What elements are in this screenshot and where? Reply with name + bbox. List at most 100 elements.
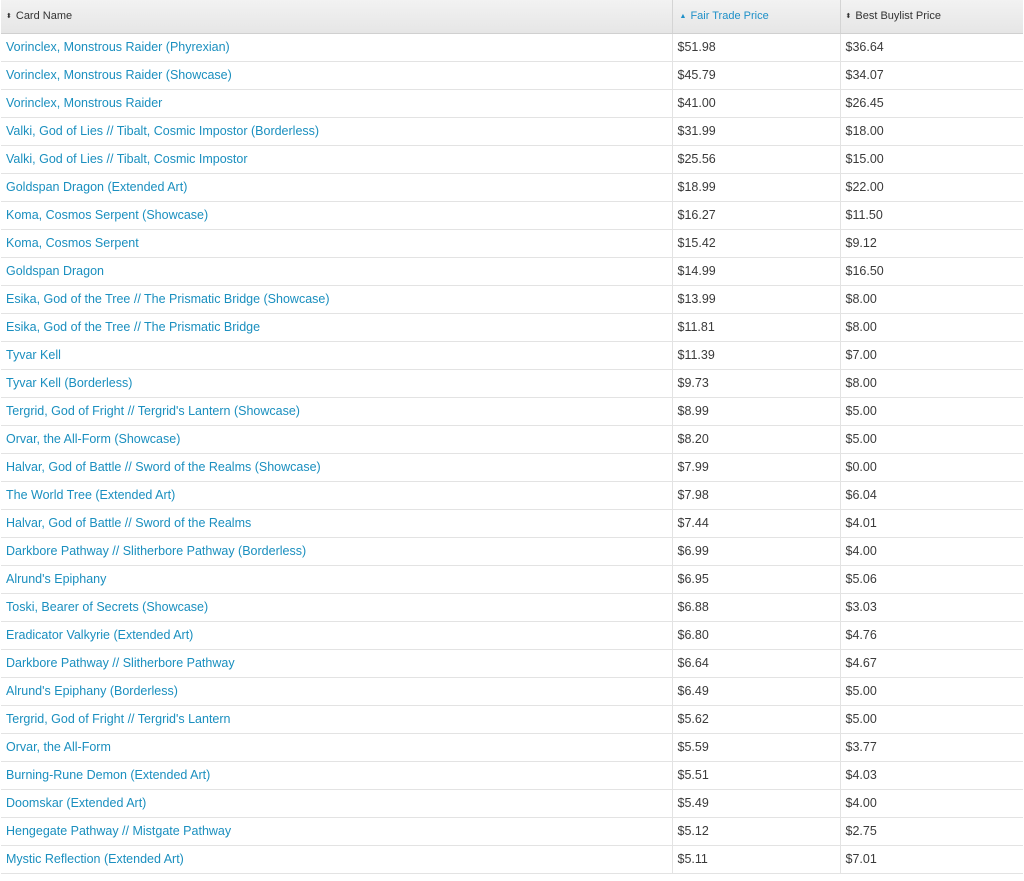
fair-trade-price-cell: $6.80 xyxy=(672,621,841,650)
card-name-link[interactable]: Tyvar Kell xyxy=(6,348,61,362)
fair-trade-price-cell: $15.42 xyxy=(672,229,841,258)
card-name-cell: Vorinclex, Monstrous Raider (Phyrexian) xyxy=(1,33,673,62)
best-buylist-price-cell: $5.00 xyxy=(840,705,1023,734)
card-name-link[interactable]: Halvar, God of Battle // Sword of the Re… xyxy=(6,516,251,530)
card-name-link[interactable]: Mystic Reflection (Extended Art) xyxy=(6,852,184,866)
card-name-link[interactable]: Tergrid, God of Fright // Tergrid's Lant… xyxy=(6,712,230,726)
table-row: Burning-Rune Demon (Extended Art) $5.51 $4… xyxy=(1,761,1023,790)
best-buylist-price-cell: $5.00 xyxy=(840,425,1023,454)
best-buylist-price-cell: $26.45 xyxy=(840,89,1023,118)
card-name-column-header[interactable]: ⬍ Card Name xyxy=(1,0,673,34)
card-name-cell: Alrund's Epiphany (Borderless) xyxy=(1,677,673,706)
best-buylist-price-cell: $5.00 xyxy=(840,397,1023,426)
card-name-link[interactable]: Toski, Bearer of Secrets (Showcase) xyxy=(6,600,208,614)
table-row: Koma, Cosmos Serpent (Showcase) $16.27 $11… xyxy=(1,201,1023,230)
card-name-link[interactable]: Doomskar (Extended Art) xyxy=(6,796,146,810)
fair-trade-price-cell: $7.99 xyxy=(672,453,841,482)
best-buylist-price-cell: $36.64 xyxy=(840,33,1023,62)
table-row: Tergrid, God of Fright // Tergrid's Lant… xyxy=(1,397,1023,426)
table-row: Halvar, God of Battle // Sword of the Re… xyxy=(1,509,1023,538)
card-name-link[interactable]: Hengegate Pathway // Mistgate Pathway xyxy=(6,824,231,838)
fair-trade-price-cell: $11.39 xyxy=(672,341,841,370)
card-name-link[interactable]: Halvar, God of Battle // Sword of the Re… xyxy=(6,460,321,474)
best-buylist-price-cell: $8.00 xyxy=(840,285,1023,314)
best-buylist-price-cell: $15.00 xyxy=(840,145,1023,174)
fair-trade-price-cell: $45.79 xyxy=(672,61,841,90)
card-name-link[interactable]: Koma, Cosmos Serpent (Showcase) xyxy=(6,208,208,222)
best-buylist-price-cell: $4.01 xyxy=(840,509,1023,538)
best-buylist-price-cell: $4.00 xyxy=(840,537,1023,566)
card-name-cell: Eradicator Valkyrie (Extended Art) xyxy=(1,621,673,650)
card-name-link[interactable]: Goldspan Dragon (Extended Art) xyxy=(6,180,187,194)
table-row: Valki, God of Lies // Tibalt, Cosmic Imp… xyxy=(1,117,1023,146)
fair-trade-price-cell: $9.73 xyxy=(672,369,841,398)
fair-trade-price-cell: $6.95 xyxy=(672,565,841,594)
card-name-link[interactable]: Orvar, the All-Form xyxy=(6,740,111,754)
table-row: Toski, Bearer of Secrets (Showcase) $6.88… xyxy=(1,593,1023,622)
card-name-cell: Tergrid, God of Fright // Tergrid's Lant… xyxy=(1,705,673,734)
sort-both-icon: ⬍ xyxy=(6,13,12,21)
card-name-link[interactable]: Tergrid, God of Fright // Tergrid's Lant… xyxy=(6,404,300,418)
price-table: ⬍ Card Name ▲ Fair Trade Price ⬍ Best Buyli… xyxy=(1,0,1023,874)
card-name-cell: Toski, Bearer of Secrets (Showcase) xyxy=(1,593,673,622)
card-name-link[interactable]: Burning-Rune Demon (Extended Art) xyxy=(6,768,210,782)
card-name-cell: Doomskar (Extended Art) xyxy=(1,789,673,818)
card-name-link[interactable]: The World Tree (Extended Art) xyxy=(6,488,175,502)
fair-trade-price-cell: $8.99 xyxy=(672,397,841,426)
fair-trade-price-cell: $5.12 xyxy=(672,817,841,846)
best-buylist-price-cell: $4.03 xyxy=(840,761,1023,790)
best-buylist-price-cell: $16.50 xyxy=(840,257,1023,286)
fair-trade-price-column-header[interactable]: ▲ Fair Trade Price xyxy=(672,0,841,34)
fair-trade-price-cell: $6.88 xyxy=(672,593,841,622)
card-name-link[interactable]: Darkbore Pathway // Slitherbore Pathway xyxy=(6,656,235,670)
table-row: Orvar, the All-Form $5.59 $3.77 xyxy=(1,733,1023,762)
best-buylist-price-cell: $0.00 xyxy=(840,453,1023,482)
best-buylist-price-cell: $22.00 xyxy=(840,173,1023,202)
fair-trade-price-cell: $5.11 xyxy=(672,845,841,874)
card-name-link[interactable]: Alrund's Epiphany (Borderless) xyxy=(6,684,178,698)
card-name-link[interactable]: Eradicator Valkyrie (Extended Art) xyxy=(6,628,193,642)
best-buylist-price-header-label: Best Buylist Price xyxy=(855,10,941,23)
card-name-cell: Darkbore Pathway // Slitherbore Pathway xyxy=(1,649,673,678)
table-body: Vorinclex, Monstrous Raider (Phyrexian) $… xyxy=(1,33,1023,874)
card-name-link[interactable]: Valki, God of Lies // Tibalt, Cosmic Imp… xyxy=(6,124,319,138)
best-buylist-price-cell: $4.76 xyxy=(840,621,1023,650)
card-name-link[interactable]: Esika, God of the Tree // The Prismatic … xyxy=(6,292,330,306)
card-name-link[interactable]: Valki, God of Lies // Tibalt, Cosmic Imp… xyxy=(6,152,248,166)
card-name-link[interactable]: Tyvar Kell (Borderless) xyxy=(6,376,132,390)
table-row: Hengegate Pathway // Mistgate Pathway $5.… xyxy=(1,817,1023,846)
best-buylist-price-cell: $7.00 xyxy=(840,341,1023,370)
card-name-cell: Darkbore Pathway // Slitherbore Pathway … xyxy=(1,537,673,566)
fair-trade-price-cell: $5.59 xyxy=(672,733,841,762)
table-row: Alrund's Epiphany $6.95 $5.06 xyxy=(1,565,1023,594)
best-buylist-price-column-header[interactable]: ⬍ Best Buylist Price xyxy=(840,0,1023,34)
table-row: The World Tree (Extended Art) $7.98 $6.04 xyxy=(1,481,1023,510)
table-row: Doomskar (Extended Art) $5.49 $4.00 xyxy=(1,789,1023,818)
card-name-link[interactable]: Darkbore Pathway // Slitherbore Pathway … xyxy=(6,544,306,558)
card-name-link[interactable]: Orvar, the All-Form (Showcase) xyxy=(6,432,180,446)
card-name-cell: Orvar, the All-Form xyxy=(1,733,673,762)
card-name-link[interactable]: Vorinclex, Monstrous Raider (Showcase) xyxy=(6,68,232,82)
table-row: Valki, God of Lies // Tibalt, Cosmic Imp… xyxy=(1,145,1023,174)
card-name-cell: Tergrid, God of Fright // Tergrid's Lant… xyxy=(1,397,673,426)
fair-trade-price-cell: $7.98 xyxy=(672,481,841,510)
card-name-link[interactable]: Vorinclex, Monstrous Raider xyxy=(6,96,162,110)
card-name-cell: Goldspan Dragon xyxy=(1,257,673,286)
table-row: Vorinclex, Monstrous Raider (Showcase) $4… xyxy=(1,61,1023,90)
card-name-link[interactable]: Alrund's Epiphany xyxy=(6,572,106,586)
card-name-link[interactable]: Esika, God of the Tree // The Prismatic … xyxy=(6,320,260,334)
card-name-cell: Koma, Cosmos Serpent (Showcase) xyxy=(1,201,673,230)
card-name-link[interactable]: Koma, Cosmos Serpent xyxy=(6,236,139,250)
best-buylist-price-cell: $7.01 xyxy=(840,845,1023,874)
card-name-cell: Tyvar Kell xyxy=(1,341,673,370)
card-name-cell: Esika, God of the Tree // The Prismatic … xyxy=(1,313,673,342)
card-name-link[interactable]: Vorinclex, Monstrous Raider (Phyrexian) xyxy=(6,40,230,54)
table-row: Goldspan Dragon (Extended Art) $18.99 $22.… xyxy=(1,173,1023,202)
card-name-cell: Alrund's Epiphany xyxy=(1,565,673,594)
table-row: Darkbore Pathway // Slitherbore Pathway … xyxy=(1,537,1023,566)
best-buylist-price-cell: $34.07 xyxy=(840,61,1023,90)
table-row: Tyvar Kell $11.39 $7.00 xyxy=(1,341,1023,370)
card-name-cell: Halvar, God of Battle // Sword of the Re… xyxy=(1,453,673,482)
card-name-link[interactable]: Goldspan Dragon xyxy=(6,264,104,278)
card-name-cell: Valki, God of Lies // Tibalt, Cosmic Imp… xyxy=(1,117,673,146)
